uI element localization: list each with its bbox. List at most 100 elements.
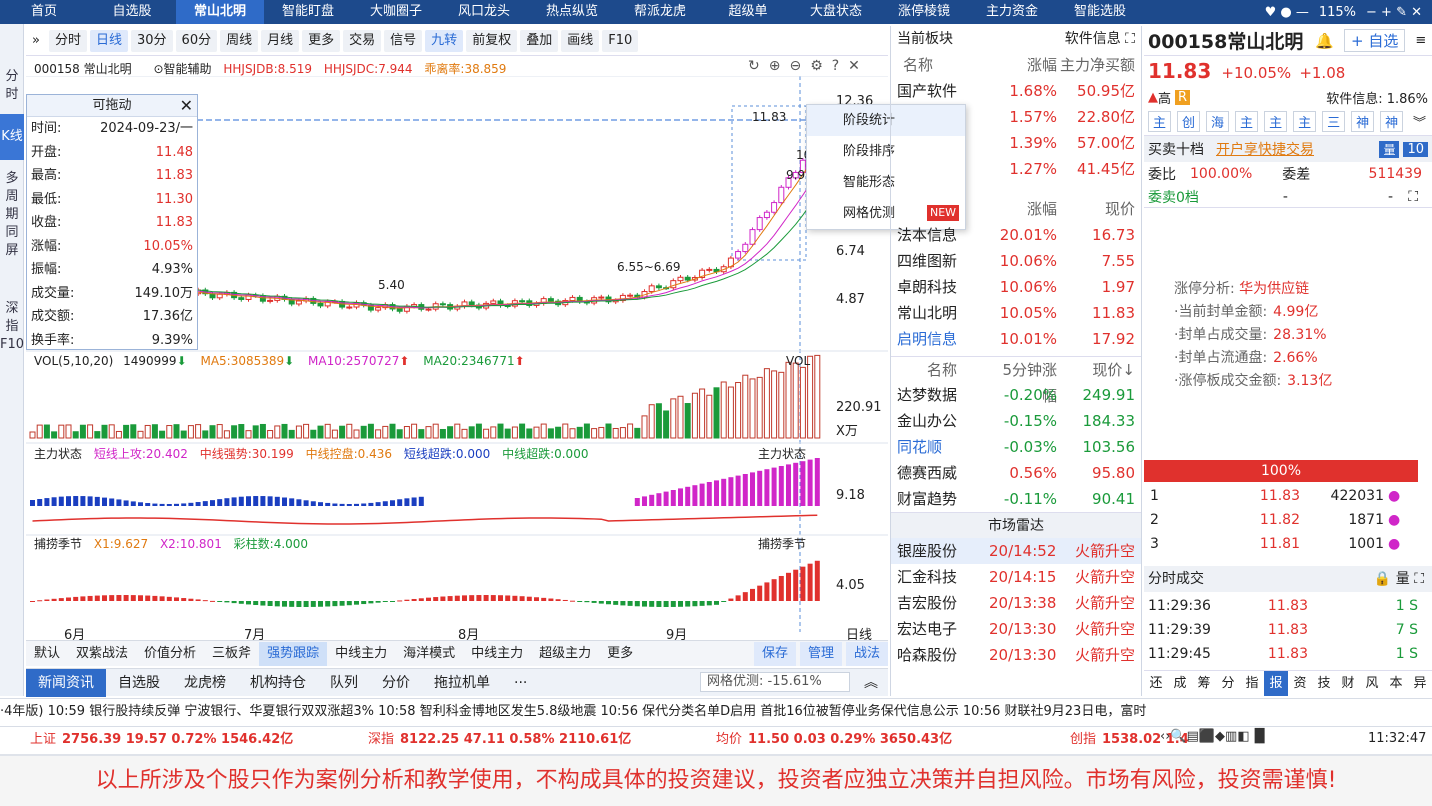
quote-bottom-tab[interactable]: 本: [1384, 671, 1408, 696]
news-tab[interactable]: 新闻资讯: [26, 668, 106, 697]
quote-bottom-tab[interactable]: 还: [1144, 671, 1168, 696]
list-row[interactable]: 1.57% 22.80亿: [891, 104, 1141, 130]
status-icons[interactable]: ‹›🔍▤⬛◆▥◧▐▌: [1160, 729, 1270, 744]
strategy-button[interactable]: 保存: [753, 641, 796, 666]
toolbar-item[interactable]: F10: [602, 29, 639, 52]
list-row[interactable]: 哈森股份 20/13:30 火箭升空: [891, 642, 1141, 668]
tab-multi-period[interactable]: 多周期同屏: [0, 160, 24, 270]
quick-tab[interactable]: 海: [1206, 111, 1230, 132]
strategy-tab[interactable]: 双紫战法: [68, 642, 136, 666]
quick-tab[interactable]: 主: [1235, 111, 1259, 132]
toolbar-item[interactable]: 前复权: [466, 29, 518, 52]
news-tab[interactable]: 机构持仓: [238, 669, 318, 697]
top-tab[interactable]: 智能选股: [1056, 0, 1144, 24]
top-tab[interactable]: 首页: [0, 0, 88, 24]
list-row[interactable]: 四维图新 10.06% 7.55: [891, 248, 1141, 274]
list-row[interactable]: 同花顺 -0.03% 103.56: [891, 434, 1141, 460]
index-quote[interactable]: 上证 2756.39 19.57 0.72% 1546.42亿: [30, 727, 293, 752]
list-row[interactable]: 1.39% 57.00亿: [891, 130, 1141, 156]
bid-row[interactable]: 2 11.82 1871 ●: [1144, 508, 1424, 532]
top-tab[interactable]: 超级单: [704, 0, 792, 24]
quote-bottom-tab[interactable]: 风: [1360, 671, 1384, 696]
news-tab[interactable]: 分价: [370, 669, 422, 697]
strategy-tab[interactable]: 默认: [26, 642, 68, 666]
list-row[interactable]: 法本信息 20.01% 16.73: [891, 222, 1141, 248]
bid-row[interactable]: 3 11.81 1001 ●: [1144, 532, 1424, 556]
bid-row[interactable]: 1 11.83 422031 ●: [1144, 484, 1424, 508]
collapse-icon[interactable]: »: [26, 30, 46, 52]
top-tab[interactable]: 大咖圈子: [352, 0, 440, 24]
top-tab[interactable]: 大盘状态: [792, 0, 880, 24]
tab-fenshi[interactable]: 分时: [0, 24, 24, 114]
quick-tab[interactable]: 创: [1177, 111, 1201, 132]
list-row[interactable]: 吉宏股份 20/13:38 火箭升空: [891, 590, 1141, 616]
book-depth[interactable]: 10: [1403, 141, 1428, 157]
chart-controls[interactable]: ↻⊕⊖⚙?✕: [748, 58, 869, 74]
news-tab[interactable]: 拖拉机单: [422, 669, 502, 697]
toolbar-item[interactable]: 更多: [302, 29, 341, 52]
index-quote[interactable]: 深指 8122.25 47.11 0.58% 2110.61亿: [368, 727, 631, 752]
quick-tab[interactable]: 主: [1148, 111, 1172, 132]
level2-icon[interactable]: 量: [1379, 140, 1400, 158]
top-tab[interactable]: 热点纵览: [528, 0, 616, 24]
toolbar-item[interactable]: 九转: [425, 29, 464, 52]
quote-bottom-tab[interactable]: 报: [1264, 671, 1288, 696]
quote-bottom-tab[interactable]: 技: [1312, 671, 1336, 696]
quote-bottom-tab[interactable]: 成: [1168, 671, 1192, 696]
quick-tab[interactable]: 神: [1380, 111, 1404, 132]
list-row[interactable]: 财富趋势 -0.11% 90.41: [891, 486, 1141, 512]
add-watchlist-button[interactable]: + 自选: [1344, 29, 1406, 52]
list-row[interactable]: 宏达电子 20/13:30 火箭升空: [891, 616, 1141, 642]
toolbar-item[interactable]: 叠加: [520, 29, 559, 52]
toolbar-item[interactable]: 信号: [384, 29, 423, 52]
list-row[interactable]: 国产软件 1.68% 50.95亿: [891, 78, 1141, 104]
quote-bottom-tab[interactable]: 异: [1408, 671, 1432, 696]
quick-tab[interactable]: 神: [1351, 111, 1375, 132]
top-tab[interactable]: 自选股: [88, 0, 176, 24]
quick-tab[interactable]: 三: [1322, 111, 1346, 132]
toolbar-item[interactable]: 月线: [261, 29, 300, 52]
toolbar-item[interactable]: 60分: [175, 29, 218, 52]
strategy-tab[interactable]: 超级主力: [531, 642, 599, 666]
draggable-info-box[interactable]: 可拖动 ✕ 时间: 2024-09-23/一 开盘: 11.48 最高: 11.83 最低:…: [26, 94, 198, 350]
tab-f10[interactable]: 深指F10: [0, 270, 24, 384]
strategy-tab[interactable]: 强势跟踪: [259, 641, 328, 666]
news-tab[interactable]: 龙虎榜: [172, 669, 238, 697]
toolbar-item[interactable]: 周线: [220, 29, 259, 52]
list-row[interactable]: 德赛西威 0.56% 95.80: [891, 460, 1141, 486]
quote-bottom-tab[interactable]: 筹: [1192, 671, 1216, 696]
ctrl-icons[interactable]: ♥ ● —: [1265, 5, 1309, 20]
quick-tab[interactable]: 主: [1293, 111, 1317, 132]
smart-assist-toggle[interactable]: ⊙智能辅助: [153, 62, 211, 76]
window-controls[interactable]: − + ✎ ✕: [1366, 5, 1422, 20]
strategy-tab[interactable]: 中线主力: [327, 642, 395, 666]
strategy-tab[interactable]: 三板斧: [204, 642, 259, 666]
close-icon[interactable]: ✕: [180, 95, 193, 117]
strategy-tab[interactable]: 海洋模式: [395, 642, 463, 666]
zoom-level[interactable]: 115%: [1319, 5, 1356, 20]
strategy-tab[interactable]: 更多: [599, 642, 641, 666]
toolbar-item[interactable]: 画线: [561, 29, 600, 52]
quote-bottom-tab[interactable]: 资: [1288, 671, 1312, 696]
list-row[interactable]: 1.27% 41.45亿: [891, 156, 1141, 182]
list-row[interactable]: 银座股份 20/14:52 火箭升空: [891, 538, 1141, 564]
toolbar-item[interactable]: 日线: [89, 29, 128, 52]
expand-icon[interactable]: ︽: [864, 672, 878, 692]
top-tab[interactable]: 风口龙头: [440, 0, 528, 24]
strategy-tab[interactable]: 价值分析: [136, 642, 204, 666]
quick-tab[interactable]: 主: [1264, 111, 1288, 132]
open-account-link[interactable]: 开户享快捷交易: [1216, 139, 1314, 159]
strategy-button[interactable]: 战法: [845, 641, 888, 666]
quote-bottom-tab[interactable]: 财: [1336, 671, 1360, 696]
chevron-down-icon[interactable]: ︾: [1413, 112, 1426, 131]
strategy-tab[interactable]: 中线主力: [463, 642, 531, 666]
toolbar-item[interactable]: 分时: [48, 29, 87, 52]
news-tab[interactable]: ···: [502, 669, 539, 697]
top-tab[interactable]: 常山北明: [176, 0, 264, 24]
strategy-button[interactable]: 管理: [799, 641, 842, 666]
top-tab[interactable]: 主力资金: [968, 0, 1056, 24]
news-tab[interactable]: 自选股: [106, 669, 172, 697]
list-row[interactable]: 启明信息 10.01% 17.92: [891, 326, 1141, 352]
bell-icon[interactable]: 🔔: [1315, 32, 1334, 50]
quote-bottom-tab[interactable]: 指: [1240, 671, 1264, 696]
